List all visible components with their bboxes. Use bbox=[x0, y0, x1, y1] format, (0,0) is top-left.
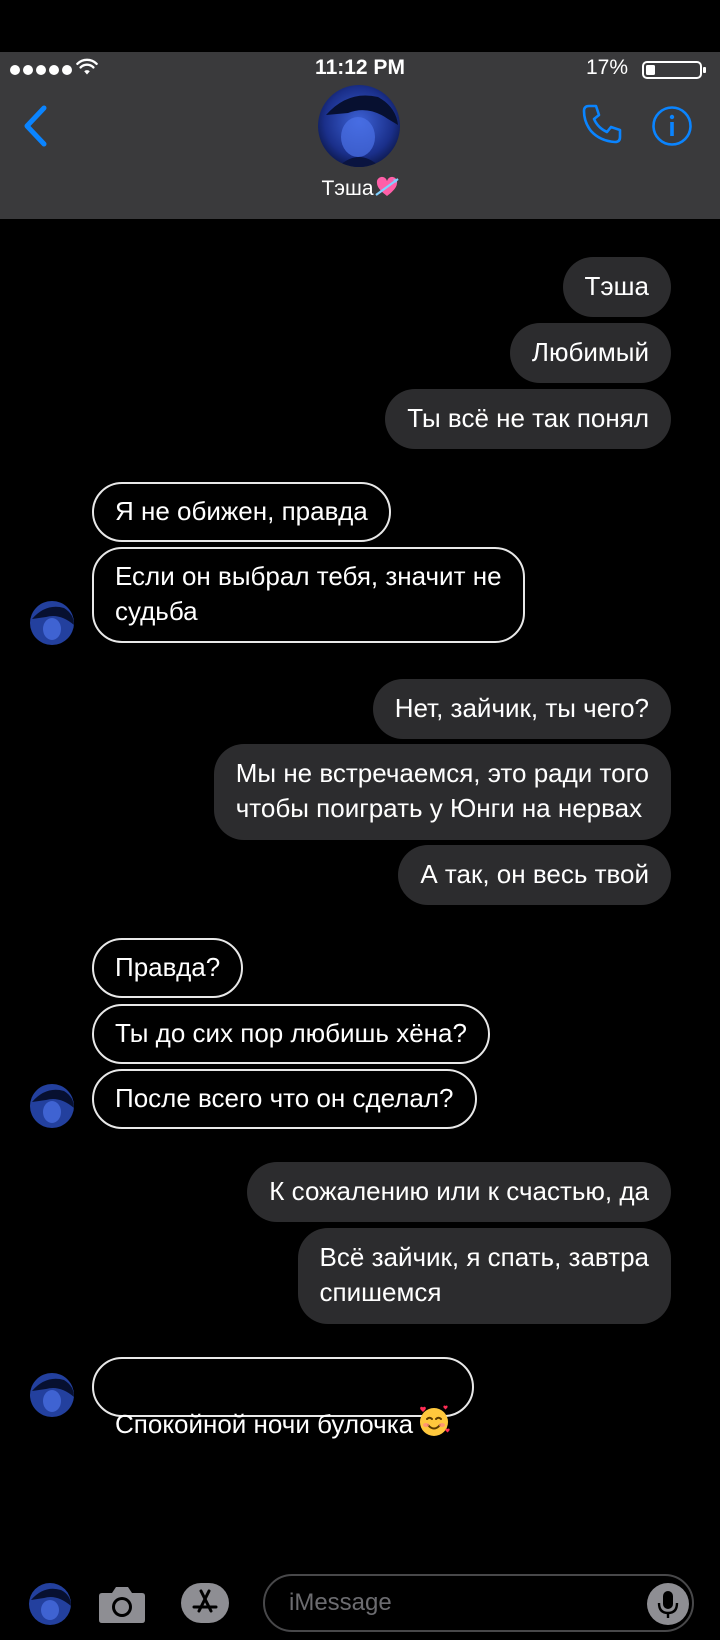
message-bubble-outgoing[interactable]: Всё зайчик, я спать, завтра спишемся bbox=[297, 1228, 671, 1324]
message-bubble-incoming[interactable]: Спокойной ночи булочка bbox=[92, 1357, 475, 1439]
contact-avatar-small[interactable] bbox=[30, 1084, 74, 1128]
chevron-left-icon[interactable] bbox=[22, 105, 48, 147]
message-bubble-outgoing[interactable]: Нет, зайчик, ты чего? bbox=[372, 679, 671, 739]
conversation-header: 11:12 PM 17% Тэша bbox=[0, 52, 720, 219]
phone-icon[interactable] bbox=[580, 102, 624, 146]
message-bubble-outgoing[interactable]: Ты всё не так понял bbox=[385, 389, 671, 449]
contact-avatar[interactable] bbox=[318, 85, 400, 167]
battery-icon bbox=[642, 61, 706, 79]
message-bubble-outgoing[interactable]: А так, он весь твой bbox=[398, 845, 671, 905]
message-bubble-outgoing[interactable]: К сожалению или к счастью, да bbox=[247, 1162, 671, 1222]
message-bubble-outgoing[interactable]: Мы не встречаемся, это ради того чтобы п… bbox=[213, 744, 671, 840]
contact-name-text: Тэша bbox=[321, 177, 374, 200]
message-bubble-incoming[interactable]: После всего что он сделал? bbox=[92, 1069, 477, 1129]
info-icon[interactable] bbox=[651, 105, 693, 147]
status-bar: 11:12 PM 17% bbox=[0, 52, 720, 86]
microphone-icon[interactable] bbox=[647, 1583, 689, 1625]
contact-name[interactable]: Тэша bbox=[0, 176, 720, 201]
heart-with-arrow-icon bbox=[374, 176, 399, 196]
app-store-icon[interactable] bbox=[181, 1583, 229, 1623]
contact-avatar-small[interactable] bbox=[30, 1373, 74, 1417]
memoji-avatar-icon[interactable] bbox=[29, 1583, 71, 1625]
message-bubble-outgoing[interactable]: Тэша bbox=[562, 257, 671, 317]
camera-icon[interactable] bbox=[98, 1584, 146, 1624]
message-bubble-outgoing[interactable]: Любимый bbox=[509, 323, 671, 383]
message-input[interactable] bbox=[263, 1574, 694, 1632]
battery-percentage: 17% bbox=[585, 56, 628, 79]
message-bubble-incoming[interactable]: Ты до сих пор любишь хёна? bbox=[92, 1004, 490, 1064]
message-text: Спокойной ночи булочка bbox=[115, 1409, 414, 1439]
message-bubble-incoming[interactable]: Я не обижен, правда bbox=[92, 482, 391, 542]
contact-avatar-small[interactable] bbox=[30, 601, 74, 645]
message-bubble-incoming[interactable]: Правда? bbox=[92, 938, 244, 998]
message-bubble-incoming[interactable]: Если он выбрал тебя, значит не судьба bbox=[92, 547, 525, 643]
smiling-face-with-hearts-icon bbox=[420, 1405, 450, 1436]
